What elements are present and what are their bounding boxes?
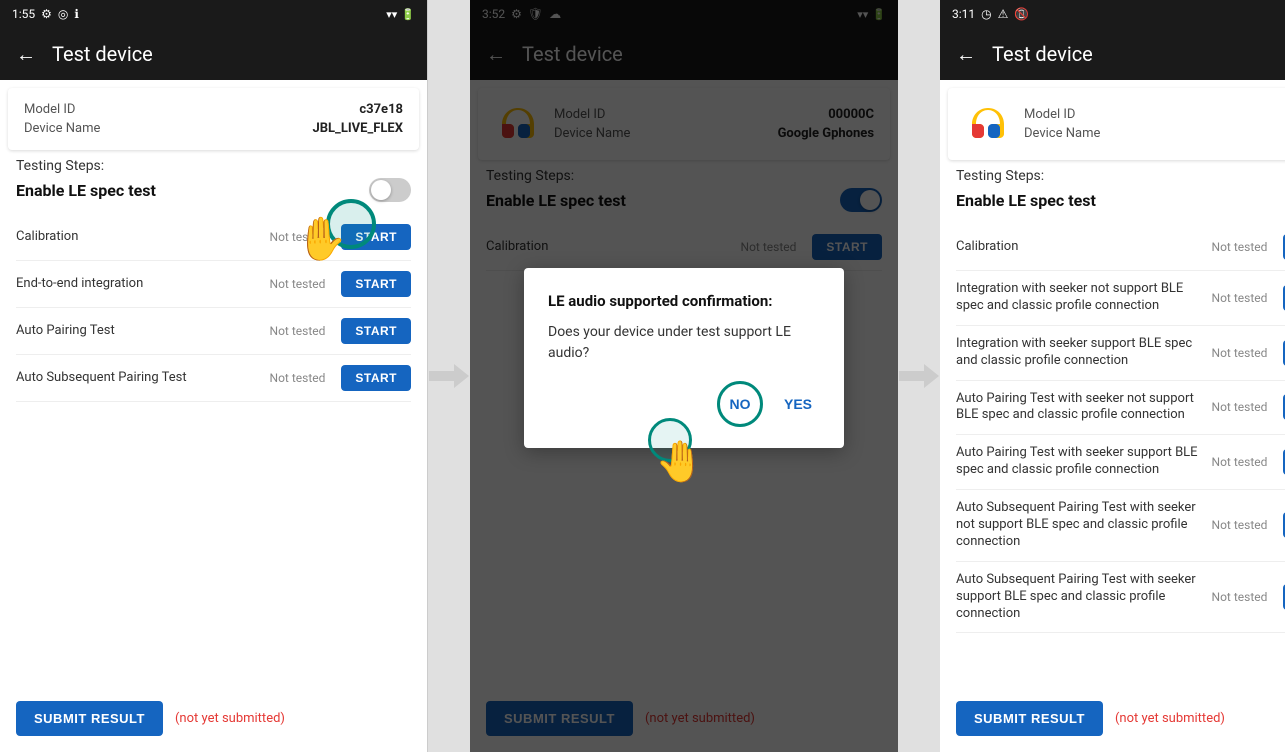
toggle-left[interactable] [369,178,411,202]
test-row-label-0-left: Calibration [16,229,262,246]
top-bar-right: ← Test device [940,28,1285,80]
test-row-status-2-left: Not tested [270,324,326,338]
confirmation-dialog: LE audio supported confirmation: Does yo… [524,268,844,448]
submit-btn-left[interactable]: SUBMIT RESULT [16,701,163,736]
test-row-5-right: Auto Subsequent Pairing Test with seeker… [956,490,1285,562]
phone-icon-r: 📵 [1014,7,1029,21]
arrow-2 [898,356,940,396]
top-bar-left: ← Test device [0,28,427,80]
arrow-svg-2 [899,356,939,396]
time-left: 1:55 [12,7,35,21]
label-2-right: Integration with seeker support BLE spec… [956,336,1204,370]
wifi-icon: ▾▾ [386,8,397,21]
dialog-title: LE audio supported confirmation: [548,292,820,310]
status-2-right: Not tested [1212,346,1268,360]
test-row-label-3-left: Auto Subsequent Pairing Test [16,370,262,387]
alert-icon: ℹ [74,7,79,21]
dialog-body: Does your device under test support LE a… [548,322,820,364]
back-button-left[interactable]: ← [16,42,36,67]
enable-le-label-left: Enable LE spec test [16,181,156,200]
start-btn-integration-left[interactable]: START [341,271,411,297]
allegro-icon [964,100,1012,148]
test-row-integration-left: End-to-end integration Not tested START [16,261,411,308]
back-btn-right[interactable]: ← [956,42,976,67]
arrow-svg-1 [429,356,469,396]
submit-btn-right[interactable]: SUBMIT RESULT [956,701,1103,736]
device-info-left: Model ID c37e18 Device Name JBL_LIVE_FLE… [24,100,403,138]
device-name-label-r: Device Name [1024,126,1100,141]
testing-steps-label-right: Testing Steps: [956,168,1285,184]
device-name-row-left: Device Name JBL_LIVE_FLEX [24,119,403,138]
label-6-right: Auto Subsequent Pairing Test with seeker… [956,572,1204,623]
test-row-0-right: Calibration Not tested START [956,224,1285,271]
status-bar-left: 1:55 ⚙ ◎ ℹ ▾▾ 🔋 [0,0,427,28]
right-panel: 3:11 ◷ ⚠ 📵 ▾▾ 🔋 ← Test device Model ID 6… [940,0,1285,752]
test-row-auto-pair-left: Auto Pairing Test Not tested START [16,308,411,355]
dialog-yes-button[interactable]: YES [776,384,820,424]
test-row-status-3-left: Not tested [270,371,326,385]
device-card-left: Model ID c37e18 Device Name JBL_LIVE_FLE… [8,88,419,150]
status-1-right: Not tested [1212,291,1268,305]
panel-content-left: Testing Steps: Enable LE spec test Calib… [0,158,427,689]
camera-icon: ◎ [58,7,68,21]
cursor-hand-middle: 🤚 [655,438,705,485]
status-3-right: Not tested [1212,400,1268,414]
status-0-right: Not tested [1212,240,1268,254]
settings-icon: ⚙ [41,7,52,21]
test-row-label-2-left: Auto Pairing Test [16,323,262,340]
alert-icon-r: ⚠ [998,7,1009,21]
status-4-right: Not tested [1212,455,1268,469]
device-name-label-left: Device Name [24,121,100,136]
test-row-4-right: Auto Pairing Test with seeker support BL… [956,435,1285,490]
left-panel: 1:55 ⚙ ◎ ℹ ▾▾ 🔋 ← Test device Model ID c… [0,0,428,752]
test-row-label-1-left: End-to-end integration [16,276,262,293]
label-1-right: Integration with seeker not support BLE … [956,281,1204,315]
model-id-label-left: Model ID [24,102,75,117]
not-submitted-left: (not yet submitted) [175,711,285,726]
label-0-right: Calibration [956,239,1204,256]
model-id-row-left: Model ID c37e18 [24,100,403,119]
test-row-3-right: Auto Pairing Test with seeker not suppor… [956,381,1285,436]
not-submitted-right: (not yet submitted) [1115,711,1225,726]
test-row-6-right: Auto Subsequent Pairing Test with seeker… [956,562,1285,634]
test-row-1-right: Integration with seeker not support BLE … [956,271,1285,326]
top-bar-title-left: Test device [52,42,153,66]
test-row-2-right: Integration with seeker support BLE spec… [956,326,1285,381]
panel-content-right: Testing Steps: Enable LE spec test Calib… [940,168,1285,689]
device-info-right: Model ID 6EDAF7 Device Name Allegro [1024,105,1285,143]
arrow-1 [428,356,470,396]
clock-icon-r: ◷ [981,7,991,21]
test-row-status-1-left: Not tested [270,277,326,291]
test-row-auto-sub-left: Auto Subsequent Pairing Test Not tested … [16,355,411,402]
battery-icon: 🔋 [401,8,415,21]
time-right: 3:11 [952,7,975,21]
status-bar-right: 3:11 ◷ ⚠ 📵 ▾▾ 🔋 [940,0,1285,28]
device-card-right: Model ID 6EDAF7 Device Name Allegro [948,88,1285,160]
dialog-buttons: NO YES [548,384,820,424]
label-3-right: Auto Pairing Test with seeker not suppor… [956,391,1204,425]
label-4-right: Auto Pairing Test with seeker support BL… [956,445,1204,479]
cursor-hand-left: 🤚 [295,215,347,264]
dialog-no-button[interactable]: NO [720,384,760,424]
status-6-right: Not tested [1212,590,1268,604]
submit-row-left: SUBMIT RESULT (not yet submitted) [0,689,427,752]
model-id-label-r: Model ID [1024,107,1075,122]
start-btn-auto-pair-left[interactable]: START [341,318,411,344]
status-5-right: Not tested [1212,518,1268,532]
enable-le-label-right: Enable LE spec test [956,191,1096,210]
submit-row-right: SUBMIT RESULT (not yet submitted) [940,689,1285,752]
start-btn-auto-sub-left[interactable]: START [341,365,411,391]
device-name-value-left: JBL_LIVE_FLEX [312,121,403,136]
model-id-value-left: c37e18 [359,102,403,117]
middle-panel: 3:52 ⚙ 🛡 ☁ ▾▾ 🔋 ← Test device M [470,0,898,752]
testing-steps-label-left: Testing Steps: [16,158,411,174]
label-5-right: Auto Subsequent Pairing Test with seeker… [956,500,1204,551]
title-right: Test device [992,42,1093,66]
